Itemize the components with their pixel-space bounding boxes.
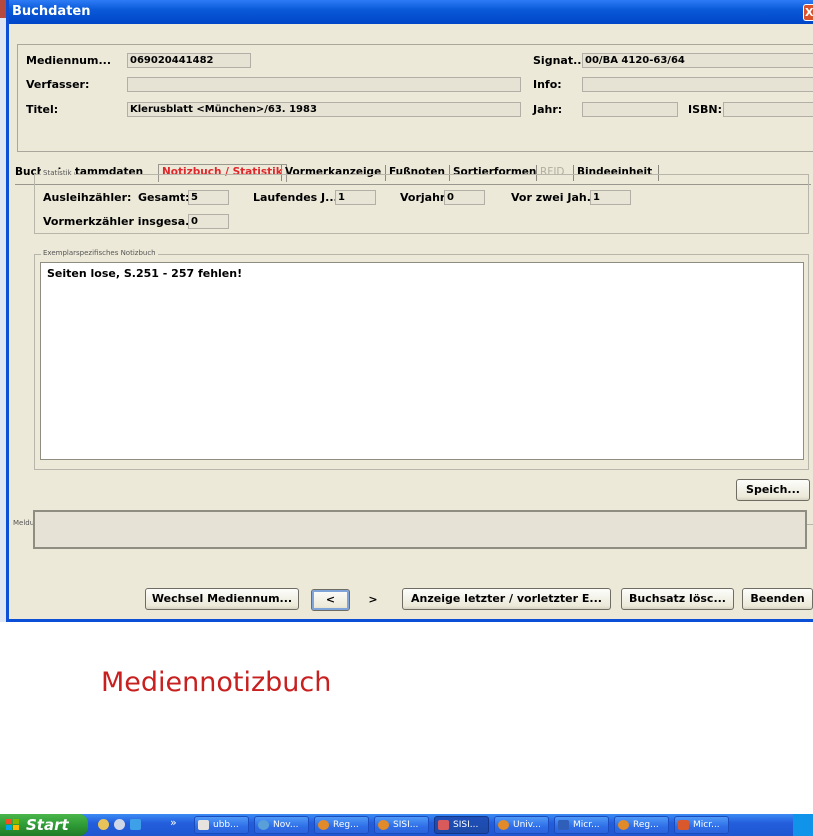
notizbuch-textarea[interactable]: Seiten lose, S.251 - 257 fehlen! (40, 262, 804, 460)
taskbar-button-reg-2[interactable]: Reg... (614, 816, 669, 834)
laufendes-jahr-field[interactable]: 1 (335, 190, 376, 205)
vorjahr-label: Vorjahr: (400, 191, 450, 204)
save-button[interactable]: Speich... (736, 479, 810, 501)
vor-zwei-jahren-label: Vor zwei Jah... (511, 191, 600, 204)
buchsatz-loeschen-button[interactable]: Buchsatz lösc... (621, 588, 734, 610)
slide-caption: Mediennotizbuch (101, 667, 332, 698)
mediennum-field[interactable]: 069020441482 (127, 53, 251, 68)
firefox-icon (378, 820, 389, 830)
taskbar: Start » ubb... Nov... Reg... SISI... SIS… (0, 814, 813, 836)
jahr-label: Jahr: (533, 103, 563, 116)
window-title: Buchdaten (12, 4, 91, 19)
vormerkzaehler-field[interactable]: 0 (188, 214, 229, 229)
title-bar[interactable]: Buchdaten X (9, 0, 813, 24)
info-field[interactable] (582, 77, 813, 92)
isbn-label: ISBN: (688, 103, 723, 116)
gesamt-field[interactable]: 5 (188, 190, 229, 205)
vor-zwei-jahren-field[interactable]: 1 (590, 190, 631, 205)
start-label: Start (26, 816, 69, 834)
isbn-field[interactable] (723, 102, 813, 117)
taskbar-button-word[interactable]: Micr... (554, 816, 609, 834)
quicklaunch-icon[interactable] (114, 819, 125, 830)
beenden-button[interactable]: Beenden (742, 588, 813, 610)
taskbar-button-nov[interactable]: Nov... (254, 816, 309, 834)
firefox-icon (318, 820, 329, 830)
word-icon (558, 820, 569, 830)
close-icon[interactable]: X (803, 4, 813, 21)
mediennum-label: Mediennum... (26, 54, 112, 67)
ie-icon[interactable] (130, 819, 141, 830)
meldungen-box (33, 510, 807, 549)
ausleihzaehler-label: Ausleihzähler: (43, 191, 132, 204)
quicklaunch-icon[interactable] (98, 819, 109, 830)
taskbar-button-reg[interactable]: Reg... (314, 816, 369, 834)
gesamt-label: Gesamt: (138, 191, 190, 204)
taskbar-button-ubb[interactable]: ubb... (194, 816, 249, 834)
app-icon (438, 820, 449, 830)
info-label: Info: (533, 78, 562, 91)
header-panel: Mediennum... 069020441482 Signat... 00/B… (17, 44, 813, 152)
app-icon (258, 820, 269, 830)
verfasser-field[interactable] (127, 77, 521, 92)
taskbar-button-sisi[interactable]: SISI... (374, 816, 429, 834)
anzeige-letzter-button[interactable]: Anzeige letzter / vorletzter E... (402, 588, 611, 610)
jahr-field[interactable] (582, 102, 678, 117)
app-icon (198, 820, 209, 830)
notizbuch-group-title: Exemplarspezifisches Notizbuch (41, 249, 158, 257)
firefox-icon (618, 820, 629, 830)
signat-label: Signat... (533, 54, 586, 67)
statistik-group-title: Statistik (41, 169, 74, 177)
windows-flag-icon (6, 819, 19, 830)
start-button[interactable]: Start (0, 814, 88, 836)
more-chevron-icon[interactable]: » (170, 816, 177, 829)
vormerkzaehler-label: Vormerkzähler insgesa... (43, 215, 198, 228)
system-tray[interactable] (793, 814, 813, 836)
firefox-icon (498, 820, 509, 830)
signat-field[interactable]: 00/BA 4120-63/64 (582, 53, 813, 68)
taskbar-button-powerpoint[interactable]: Micr... (674, 816, 729, 834)
buchdaten-window: Buchdaten X Mediennum... 069020441482 Si… (6, 0, 813, 622)
wechsel-mediennum-button[interactable]: Wechsel Mediennum... (145, 588, 299, 610)
laufendes-jahr-label: Laufendes J... (253, 191, 338, 204)
taskbar-button-sisi-active[interactable]: SISI... (434, 816, 489, 834)
prev-record-button[interactable]: < (311, 589, 350, 611)
vorjahr-field[interactable]: 0 (444, 190, 485, 205)
powerpoint-icon (678, 820, 689, 830)
taskbar-button-univ[interactable]: Univ... (494, 816, 549, 834)
titel-field[interactable]: Klerusblatt <München>/63. 1983 (127, 102, 521, 117)
verfasser-label: Verfasser: (26, 78, 90, 91)
next-record-button[interactable]: > (355, 589, 391, 611)
titel-label: Titel: (26, 103, 59, 116)
